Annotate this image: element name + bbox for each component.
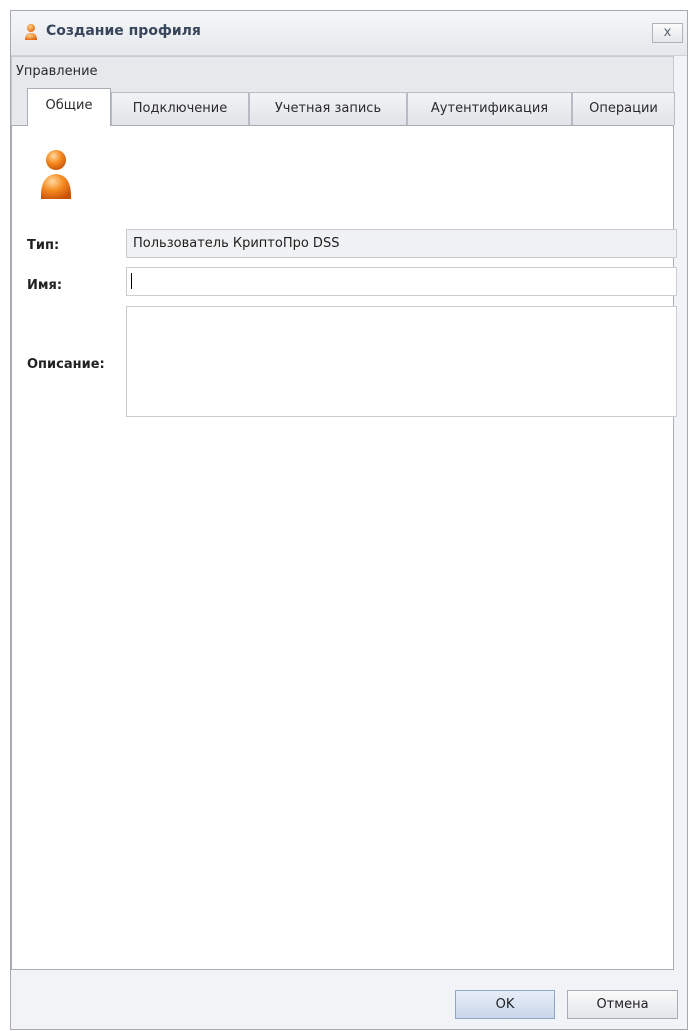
tab-operations[interactable]: Операции xyxy=(572,92,675,125)
close-button[interactable]: x xyxy=(652,23,683,43)
user-icon xyxy=(40,150,72,199)
title-bar: Создание профиля x xyxy=(11,11,687,56)
type-value: Пользователь КриптоПро DSS xyxy=(133,236,340,251)
tab-general[interactable]: Общие xyxy=(27,88,111,126)
description-label: Описание: xyxy=(27,357,105,372)
window-title: Создание профиля xyxy=(46,23,201,39)
tab-group-label: Управление xyxy=(16,64,98,79)
text-caret xyxy=(131,273,132,289)
type-label: Тип: xyxy=(27,238,60,253)
name-input[interactable] xyxy=(126,267,677,296)
tab-authentication[interactable]: Аутентификация xyxy=(407,92,572,125)
tab-account[interactable]: Учетная запись xyxy=(249,92,407,125)
name-label: Имя: xyxy=(27,278,63,293)
type-field: Пользователь КриптоПро DSS xyxy=(126,229,677,258)
user-icon xyxy=(25,24,37,40)
description-textarea[interactable] xyxy=(126,306,677,417)
tab-connection[interactable]: Подключение xyxy=(111,92,249,125)
ok-button[interactable]: OK xyxy=(455,990,555,1019)
cancel-button[interactable]: Отмена xyxy=(567,990,678,1019)
